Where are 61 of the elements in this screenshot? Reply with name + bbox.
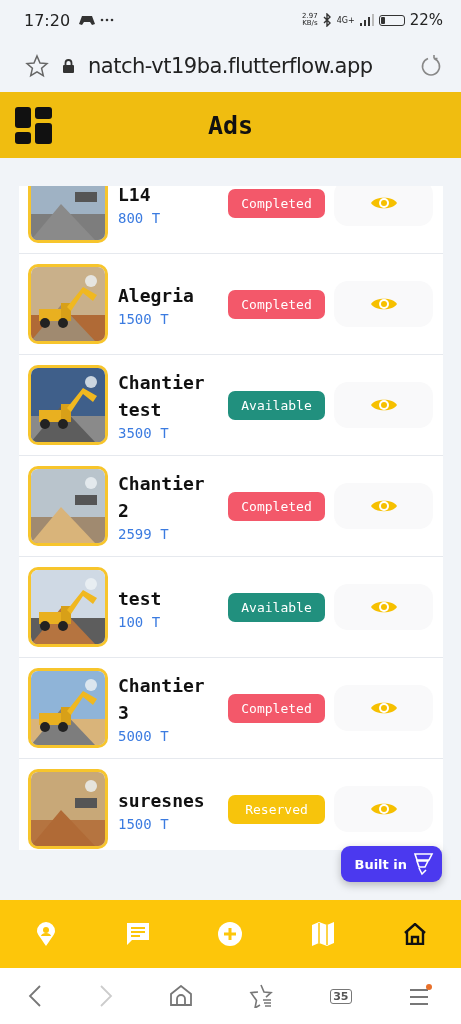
status-badge: Available: [228, 592, 325, 622]
ad-quantity: 100 T: [118, 613, 162, 630]
status-badge: Completed: [228, 188, 325, 218]
network-type: 4G+: [336, 15, 355, 25]
ad-row[interactable]: Chantier test 3500 T Available: [19, 355, 443, 456]
ad-name: suresnes: [118, 788, 206, 813]
more-icon: [100, 18, 115, 22]
back-icon[interactable]: [28, 984, 43, 1008]
status-badge: Available: [228, 390, 325, 420]
ad-quantity: 1500 T: [118, 815, 170, 832]
ad-name: Chantier test: [118, 371, 206, 422]
menu-icon[interactable]: [408, 984, 433, 1008]
dashboard-icon[interactable]: [15, 106, 52, 144]
ad-name: L14: [118, 186, 152, 207]
home-icon: [402, 923, 427, 945]
status-badge: Completed: [228, 491, 325, 521]
ad-quantity: 2599 T: [118, 526, 170, 542]
ad-quantity: 800 T: [118, 209, 162, 226]
ad-quantity: 1500 T: [118, 310, 170, 327]
battery-icon: [378, 14, 405, 26]
view-button[interactable]: [334, 584, 433, 630]
home-icon[interactable]: [170, 985, 193, 1007]
view-button[interactable]: [334, 186, 433, 226]
ad-name: Chantier 2: [118, 472, 206, 523]
view-button[interactable]: [334, 483, 433, 529]
star-icon[interactable]: [25, 54, 49, 78]
location-pin-icon: [37, 922, 56, 946]
battery-percent: 22%: [409, 11, 443, 29]
view-button[interactable]: [334, 281, 433, 327]
ad-quantity: 3500 T: [118, 425, 170, 441]
status-badge: Reserved: [228, 794, 325, 824]
ad-row[interactable]: L14 800 T Completed: [19, 186, 443, 254]
view-button[interactable]: [334, 685, 433, 731]
add-icon: [218, 922, 243, 946]
built-with-button[interactable]: Built in: [341, 846, 442, 882]
game-controller-icon: [79, 14, 96, 26]
clock: 17:20: [24, 10, 71, 30]
view-button[interactable]: [334, 786, 433, 832]
map-icon: [311, 922, 334, 946]
ad-name: Alegria: [118, 283, 195, 308]
ad-row[interactable]: Chantier 3 5000 T Completed: [19, 658, 443, 759]
tabs-button[interactable]: 35: [330, 988, 352, 1004]
status-badge: Completed: [228, 693, 325, 723]
lock-icon: [63, 59, 74, 73]
signal-icon: [359, 14, 374, 26]
bookmarks-icon[interactable]: [249, 984, 274, 1008]
status-badge: Completed: [228, 289, 325, 319]
forward-icon[interactable]: [99, 984, 114, 1008]
ad-name: Chantier 3: [118, 674, 206, 725]
ad-row[interactable]: test 100 T Available: [19, 557, 443, 658]
page-title: Ads: [207, 110, 254, 140]
logo-icon: [412, 852, 434, 876]
bluetooth-icon: [322, 13, 332, 27]
ad-row[interactable]: Chantier 2 2599 T Completed: [19, 456, 443, 557]
message-icon: [126, 922, 151, 946]
view-button[interactable]: [334, 382, 433, 428]
ad-name: test: [118, 586, 163, 611]
ad-row[interactable]: Alegria 1500 T Completed: [19, 254, 443, 355]
ad-quantity: 5000 T: [118, 728, 170, 744]
reload-icon[interactable]: [419, 54, 443, 78]
url-field[interactable]: natch-vt19ba.flutterflow.app: [88, 54, 405, 78]
